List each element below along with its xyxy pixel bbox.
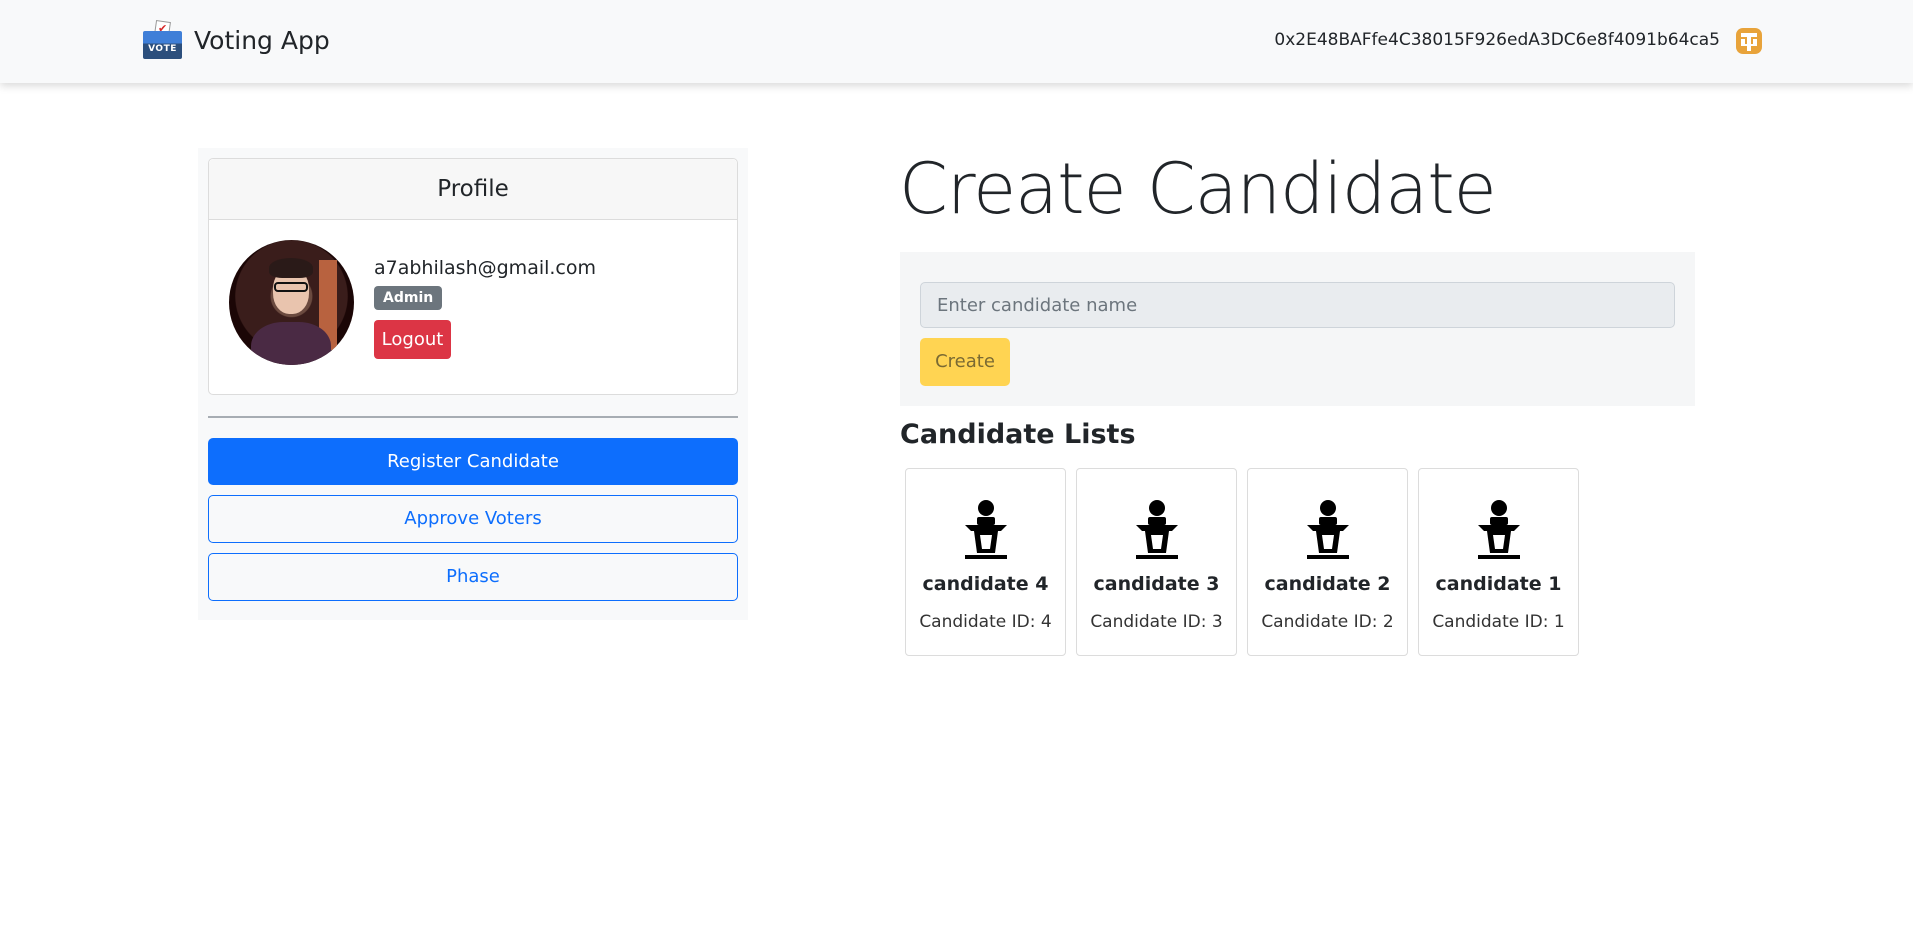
candidate-card[interactable]: candidate 4 Candidate ID: 4 xyxy=(905,468,1066,656)
podium-speaker-icon xyxy=(1478,500,1520,559)
register-candidate-button[interactable]: Register Candidate xyxy=(208,438,738,485)
podium-speaker-icon xyxy=(1136,500,1178,559)
candidate-name: candidate 2 xyxy=(1264,573,1391,595)
role-badge: Admin xyxy=(374,286,443,310)
candidate-id: Candidate ID: 2 xyxy=(1261,612,1394,632)
candidate-id: Candidate ID: 1 xyxy=(1432,612,1565,632)
identicon-avatar-icon xyxy=(1736,28,1762,54)
candidate-id: Candidate ID: 4 xyxy=(919,612,1052,632)
create-candidate-form: Create xyxy=(900,252,1695,406)
candidate-card[interactable]: candidate 1 Candidate ID: 1 xyxy=(1418,468,1579,656)
brand[interactable]: ✔ VOTE Voting App xyxy=(143,20,330,60)
avatar xyxy=(229,240,354,365)
brand-name: Voting App xyxy=(194,25,330,55)
podium-speaker-icon xyxy=(965,500,1007,559)
ballot-box-icon: ✔ VOTE xyxy=(143,20,182,59)
candidate-list: candidate 4 Candidate ID: 4 candidate 3 … xyxy=(905,468,1579,656)
divider xyxy=(208,416,738,418)
candidate-list-title: Candidate Lists xyxy=(900,419,1136,450)
candidate-id: Candidate ID: 3 xyxy=(1090,612,1223,632)
account-address: 0x2E48BAFfe4C38015F926edA3DC6e8f4091b64c… xyxy=(1274,30,1720,50)
phase-button[interactable]: Phase xyxy=(208,553,738,601)
candidate-name: candidate 1 xyxy=(1435,573,1562,595)
approve-voters-button[interactable]: Approve Voters xyxy=(208,495,738,543)
page-title: Create Candidate xyxy=(899,148,1497,230)
podium-speaker-icon xyxy=(1307,500,1349,559)
navbar: ✔ VOTE Voting App 0x2E48BAFfe4C38015F926… xyxy=(0,0,1913,83)
profile-card: Profile a7abhilash@gmail.com Admin Logou… xyxy=(208,158,738,395)
candidate-card[interactable]: candidate 2 Candidate ID: 2 xyxy=(1247,468,1408,656)
candidate-name: candidate 3 xyxy=(1093,573,1220,595)
profile-header: Profile xyxy=(209,159,737,220)
logout-button[interactable]: Logout xyxy=(374,320,451,359)
profile-email: a7abhilash@gmail.com xyxy=(374,257,597,279)
candidate-name-input[interactable] xyxy=(920,282,1675,328)
create-button[interactable]: Create xyxy=(920,338,1010,386)
admin-sidebar: Profile a7abhilash@gmail.com Admin Logou… xyxy=(198,148,748,620)
candidate-name: candidate 4 xyxy=(922,573,1049,595)
candidate-card[interactable]: candidate 3 Candidate ID: 3 xyxy=(1076,468,1237,656)
